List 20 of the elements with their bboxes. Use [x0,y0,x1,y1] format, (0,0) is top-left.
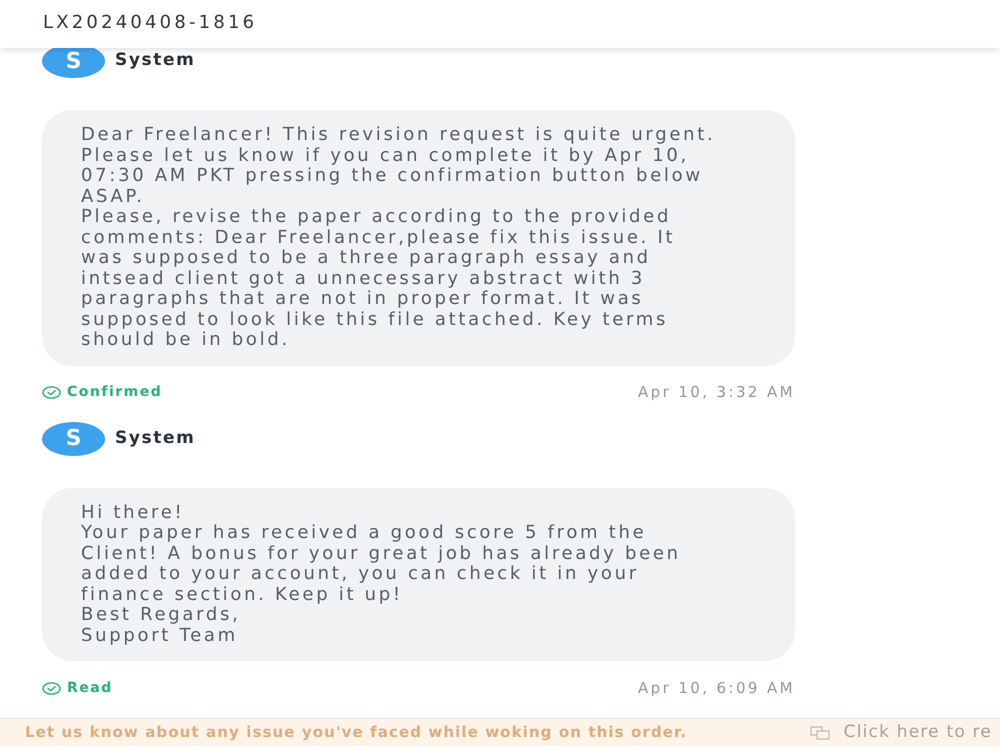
check-circle-icon [42,682,61,694]
message-text: Your paper has received a good score 5 from the Client! A bonus for your great job has already been added to your account, you can check it in your finance section. Keep it up! [81,523,682,605]
message-time: Apr 10, 6:09 AM [638,678,795,699]
status-label: Confirmed [67,383,162,402]
message-text: Please, revise the paper according to the provided comments: Dear Freelancer,please fix this issue. It was supposed to be a three paragraph essay and intsead client got a unnecessary abstract with 3 paragraphs that are not in proper format. It was supposed to look like this file attached. Key terms should be in bold. [81,207,676,350]
message-text: Best Regards, [81,605,242,626]
check-circle-icon [42,386,61,399]
message-text: Support Team [81,626,239,646]
message-time: Apr 10, 3:32 AM [638,382,795,404]
avatar: S [42,48,105,78]
sender-name: System [115,426,196,450]
message-text: Dear Freelancer! This revision request is quite urgent. Please let us know if you can complete it by Apr 10, 07:30 AM PKT pressing the confirmation button below ASAP. [81,125,716,207]
status-label: Read [67,678,113,698]
copy-icon [810,726,830,740]
feedback-notice: Let us know about any issue you've faced while woking on this order. [25,722,688,744]
avatar: S [42,422,105,456]
sender-name: System [115,49,196,72]
report-link[interactable]: Click here to re [844,720,1000,746]
order-title: LX20240408-1816 [43,10,258,34]
message-text: Hi there! [81,502,186,523]
